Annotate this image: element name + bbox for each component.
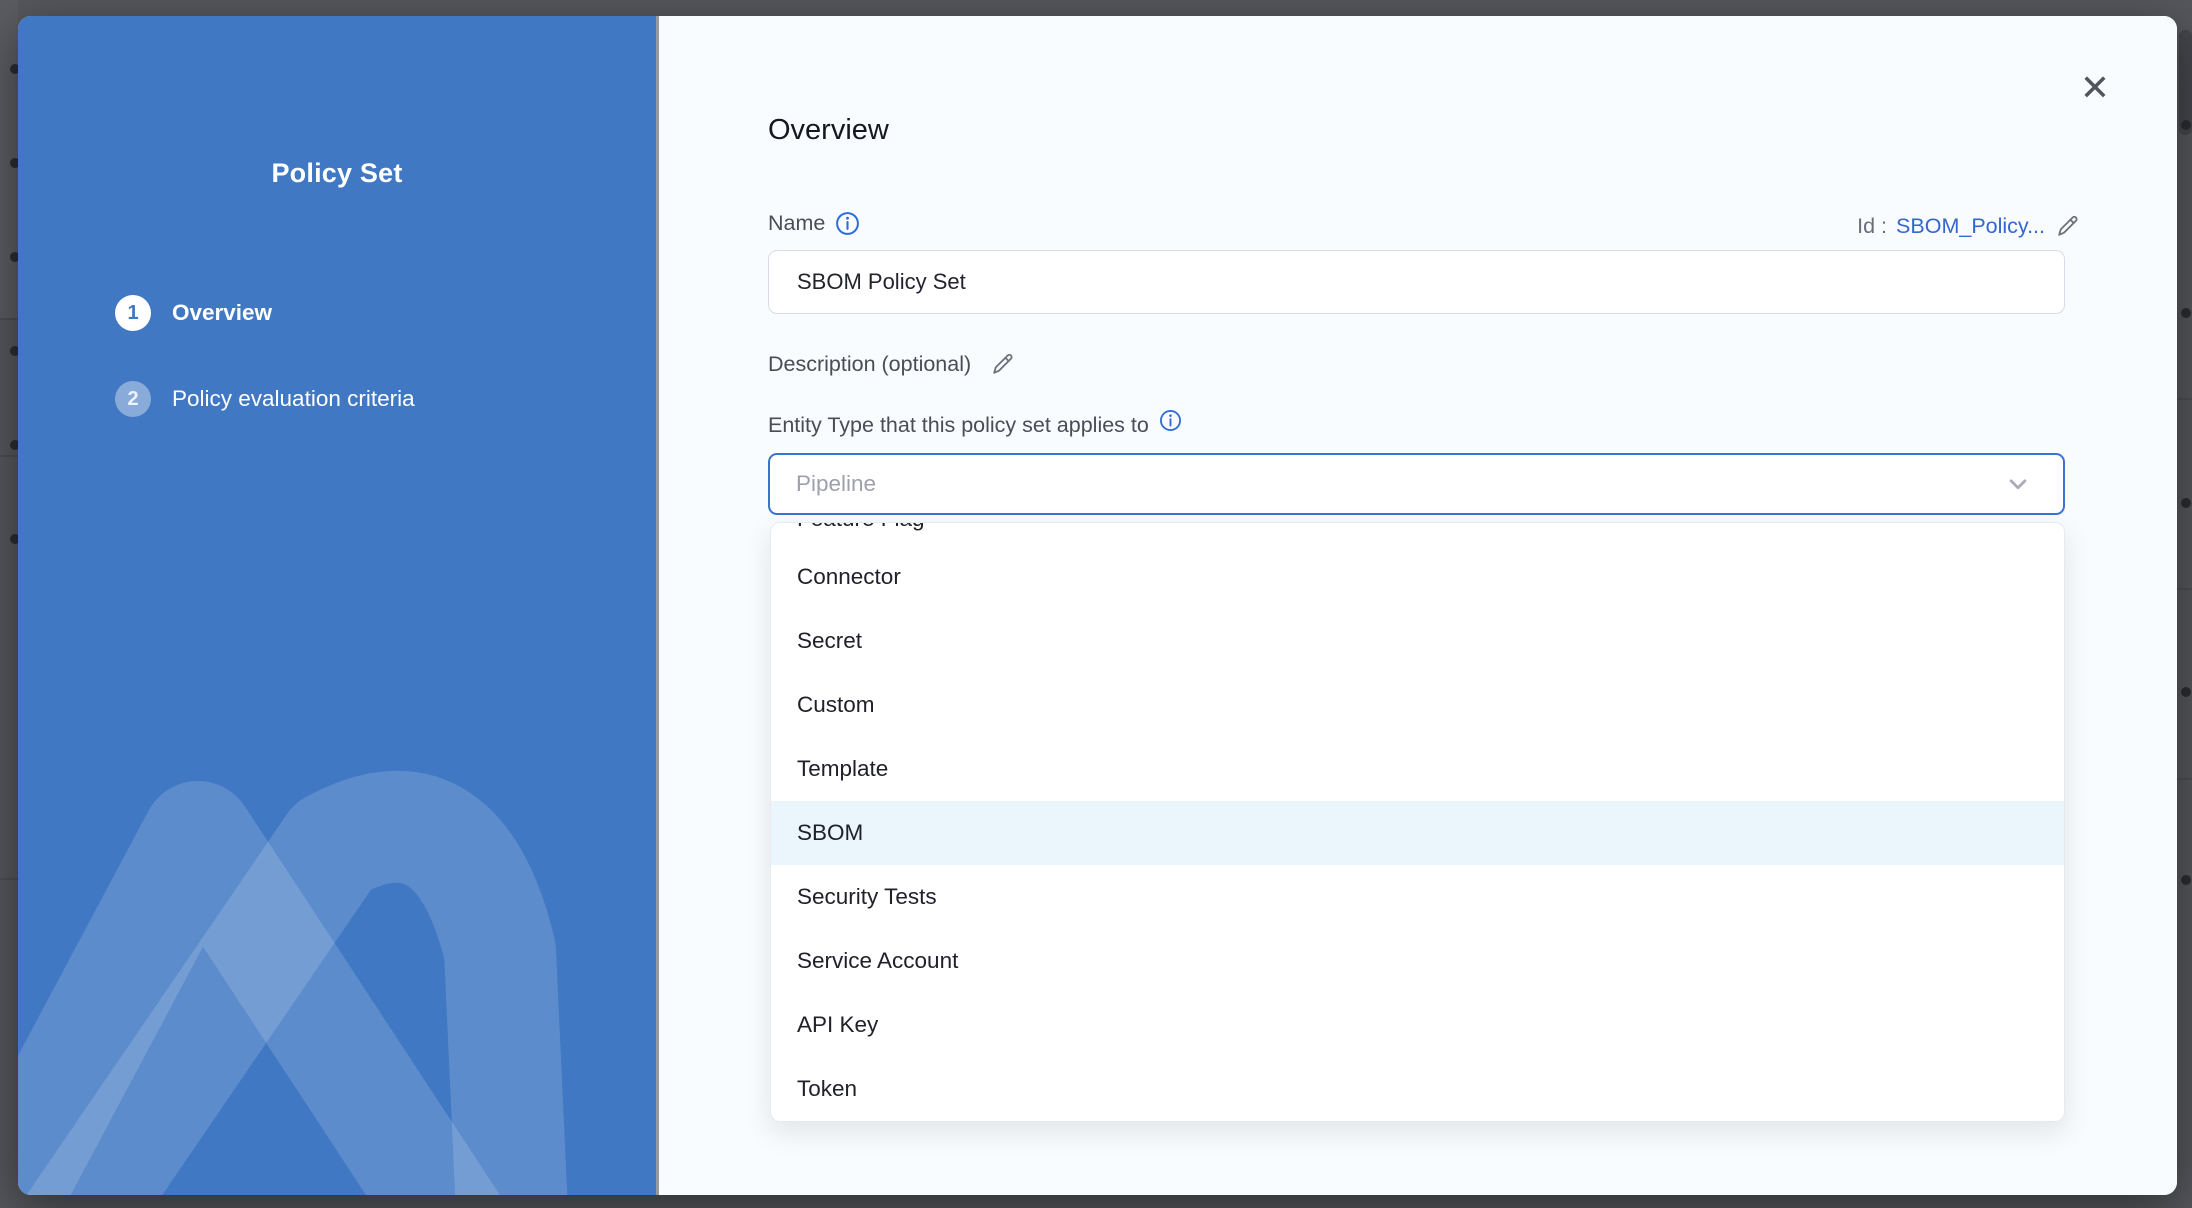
dropdown-item-token[interactable]: Token <box>771 1057 2064 1121</box>
dropdown-item-template[interactable]: Template <box>771 737 2064 801</box>
dropdown-item-connector[interactable]: Connector <box>771 545 2064 609</box>
step-number-badge: 1 <box>115 295 151 331</box>
id-prefix: Id : <box>1857 214 1887 239</box>
entity-type-select[interactable]: Pipeline <box>768 453 2065 515</box>
dropdown-item-sbom[interactable]: SBOM <box>771 801 2064 865</box>
background-divider <box>0 455 18 457</box>
wizard-step-policy-evaluation-criteria[interactable]: 2 Policy evaluation criteria <box>115 381 415 417</box>
description-label: Description (optional) <box>768 352 971 377</box>
wizard-title: Policy Set <box>18 158 656 189</box>
name-input[interactable] <box>768 250 2065 314</box>
wizard-sidebar: Policy Set 1 Overview 2 Policy evaluatio… <box>18 16 656 1195</box>
background-divider <box>0 878 18 880</box>
background-divider <box>2176 778 2192 780</box>
overview-step-panel: ✕ Overview Name Id : SBOM_Policy... <box>659 16 2177 1195</box>
description-label-row: Description (optional) <box>768 351 1016 378</box>
entity-id-row: Id : SBOM_Policy... <box>1857 213 2081 240</box>
name-label-row: Name <box>768 211 860 236</box>
edit-id-icon[interactable] <box>2054 213 2081 240</box>
info-icon[interactable] <box>835 211 860 236</box>
page-title: Overview <box>768 114 889 147</box>
background-icon <box>2181 498 2191 508</box>
harness-logo-watermark <box>18 16 656 1195</box>
dropdown-item-security-tests[interactable]: Security Tests <box>771 865 2064 929</box>
entity-id-link[interactable]: SBOM_Policy... <box>1896 214 2045 239</box>
edit-description-icon[interactable] <box>989 351 1016 378</box>
entity-type-dropdown-menu: Feature Flag Connector Secret Custom Tem… <box>770 522 2065 1122</box>
dropdown-item-secret[interactable]: Secret <box>771 609 2064 673</box>
close-icon[interactable]: ✕ <box>2071 64 2119 112</box>
dropdown-item-custom[interactable]: Custom <box>771 673 2064 737</box>
background-divider <box>2176 588 2192 590</box>
dropdown-item-clipped[interactable]: Feature Flag <box>771 523 2064 545</box>
name-label: Name <box>768 211 825 236</box>
wizard-step-overview[interactable]: 1 Overview <box>115 295 272 331</box>
chevron-down-icon[interactable] <box>2003 469 2033 499</box>
step-label: Overview <box>172 300 272 326</box>
step-label: Policy evaluation criteria <box>172 386 415 412</box>
background-icon <box>2181 687 2191 697</box>
select-placeholder: Pipeline <box>796 471 2003 497</box>
background-divider <box>0 318 18 320</box>
step-number-badge: 2 <box>115 381 151 417</box>
background-icon <box>2181 875 2191 885</box>
info-icon[interactable] <box>1159 409 1182 432</box>
entity-type-label-row: Entity Type that this policy set applies… <box>768 413 1182 438</box>
dropdown-item-service-account[interactable]: Service Account <box>771 929 2064 993</box>
background-divider <box>2176 398 2192 400</box>
policy-set-wizard-dialog: Policy Set 1 Overview 2 Policy evaluatio… <box>18 16 2177 1195</box>
background-icon <box>2181 308 2191 318</box>
entity-type-label: Entity Type that this policy set applies… <box>768 413 1149 438</box>
background-icon <box>2181 120 2191 130</box>
dropdown-item-api-key[interactable]: API Key <box>771 993 2064 1057</box>
